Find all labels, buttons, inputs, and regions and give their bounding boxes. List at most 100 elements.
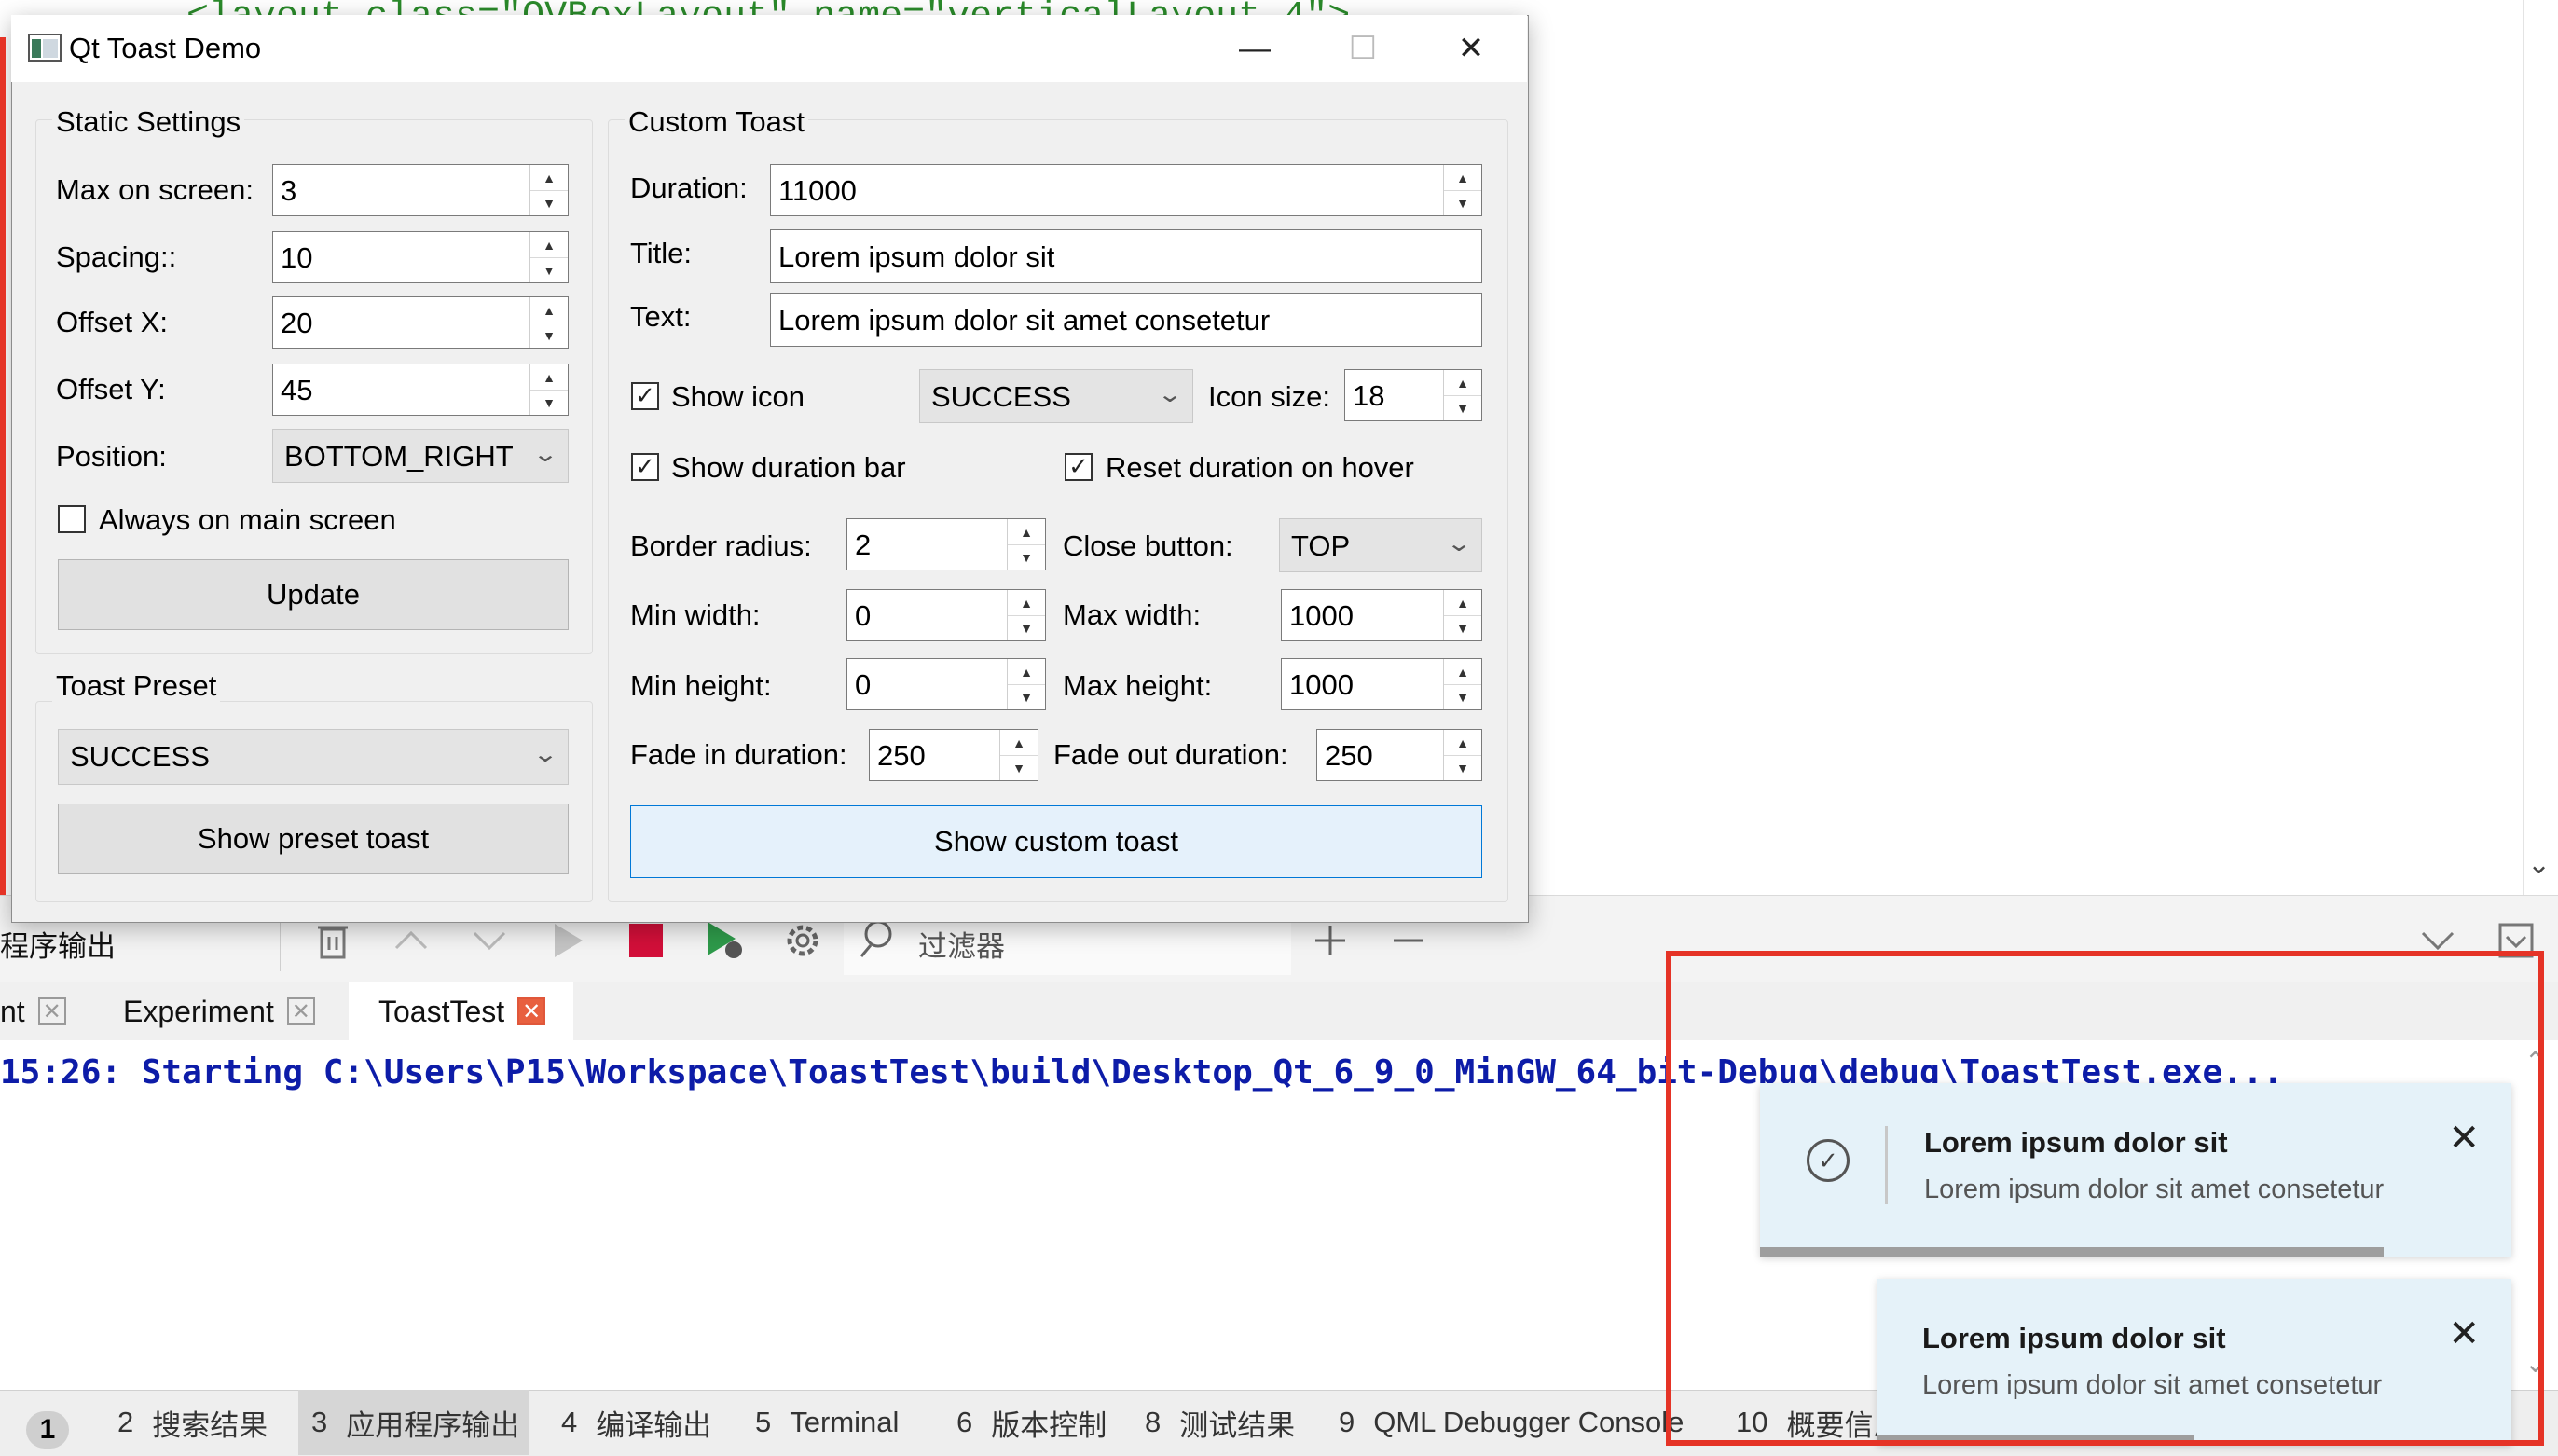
close-icon[interactable]: ✕	[286, 997, 315, 1025]
fade-in-spinbox[interactable]: 250 ▲ ▼	[869, 729, 1038, 781]
gear-icon[interactable]	[777, 915, 828, 966]
spin-down-icon[interactable]: ▼	[530, 390, 568, 415]
duration-spinbox[interactable]: 11000 ▲ ▼	[770, 164, 1482, 216]
icon-type-dropdown[interactable]: SUCCESS ⌄	[919, 369, 1193, 423]
spin-up-icon[interactable]: ▲	[1008, 519, 1045, 545]
spin-down-icon[interactable]: ▼	[1008, 615, 1045, 640]
always-main-screen-checkbox[interactable]	[58, 505, 86, 533]
statusbar-item-search-results[interactable]: 2 搜索结果	[117, 1390, 268, 1455]
spacing-spinbox[interactable]: 10 ▲ ▼	[272, 231, 569, 283]
spin-value: 250	[877, 739, 926, 772]
clear-output-icon[interactable]	[308, 915, 358, 966]
update-button[interactable]: Update	[58, 559, 569, 630]
statusbar-item-app-output[interactable]: 3 应用程序输出	[298, 1390, 529, 1455]
spin-up-icon[interactable]: ▲	[1444, 659, 1481, 685]
show-preset-toast-button[interactable]: Show preset toast	[58, 804, 569, 874]
statusbar-item-qml-debugger[interactable]: 9 QML Debugger Console	[1339, 1390, 1684, 1455]
status-badge[interactable]: 1	[26, 1411, 69, 1449]
run-icon[interactable]	[543, 915, 593, 966]
max-width-label: Max width:	[1063, 598, 1202, 631]
spin-down-icon[interactable]: ▼	[1000, 755, 1038, 780]
spin-up-icon[interactable]: ▲	[530, 232, 568, 258]
tab-output-experiment[interactable]: Experiment ✕	[112, 982, 315, 1040]
spin-down-icon[interactable]: ▼	[530, 257, 568, 282]
item-number: 2	[117, 1406, 134, 1438]
chevron-down-icon[interactable]	[464, 915, 515, 966]
border-radius-label: Border radius:	[630, 529, 812, 562]
dropdown-value: TOP	[1291, 529, 1351, 562]
spin-down-icon[interactable]: ▼	[1444, 615, 1481, 640]
statusbar-item-version-control[interactable]: 6 版本控制	[956, 1390, 1107, 1455]
minimize-button[interactable]: —	[1217, 22, 1292, 75]
toast-text-input[interactable]: Lorem ipsum dolor sit amet consetetur	[770, 293, 1482, 347]
spin-up-icon[interactable]: ▲	[1444, 165, 1481, 191]
maximize-button[interactable]: ☐	[1326, 22, 1400, 75]
fade-in-label: Fade in duration:	[630, 738, 847, 771]
spin-down-icon[interactable]: ▼	[1444, 684, 1481, 709]
min-width-spinbox[interactable]: 0 ▲ ▼	[846, 589, 1046, 641]
stop-icon[interactable]	[621, 915, 671, 966]
maximize-icon: ☐	[1348, 31, 1378, 66]
highlight-marker-left	[0, 37, 6, 895]
reset-on-hover-checkbox[interactable]: ✓	[1065, 453, 1093, 481]
group-title: Custom Toast	[625, 105, 808, 139]
scroll-down-icon[interactable]: ⌄	[2527, 848, 2551, 881]
zoom-in-icon[interactable]	[1305, 915, 1355, 966]
max-on-screen-label: Max on screen:	[56, 173, 254, 206]
offset-y-spinbox[interactable]: 45 ▲ ▼	[272, 364, 569, 416]
close-button-dropdown[interactable]: TOP ⌄	[1279, 518, 1482, 572]
spin-up-icon[interactable]: ▲	[530, 364, 568, 391]
show-icon-checkbox[interactable]: ✓	[631, 382, 659, 410]
spin-down-icon[interactable]: ▼	[1444, 190, 1481, 215]
show-custom-toast-button[interactable]: Show custom toast	[630, 805, 1482, 878]
spin-down-icon[interactable]: ▼	[1008, 684, 1045, 709]
spin-down-icon[interactable]: ▼	[1008, 544, 1045, 570]
statusbar-item-terminal[interactable]: 5 Terminal	[755, 1390, 899, 1455]
toast-title-input[interactable]: Lorem ipsum dolor sit	[770, 229, 1482, 283]
spin-down-icon[interactable]: ▼	[1444, 395, 1481, 420]
fade-out-spinbox[interactable]: 250 ▲ ▼	[1316, 729, 1482, 781]
spin-value: 45	[281, 374, 313, 406]
item-label: Terminal	[790, 1406, 900, 1438]
tab-output-toasttest[interactable]: ToastTest ✕	[349, 982, 574, 1040]
dropdown-value: SUCCESS	[70, 740, 210, 773]
max-on-screen-spinbox[interactable]: 3 ▲ ▼	[272, 164, 569, 216]
spin-up-icon[interactable]: ▲	[530, 297, 568, 323]
statusbar-item-compile-output[interactable]: 4 编译输出	[561, 1390, 711, 1455]
title-label: Title:	[630, 237, 693, 269]
spin-up-icon[interactable]: ▲	[1444, 370, 1481, 396]
spin-down-icon[interactable]: ▼	[1444, 755, 1481, 780]
min-height-spinbox[interactable]: 0 ▲ ▼	[846, 658, 1046, 710]
spin-up-icon[interactable]: ▲	[1008, 659, 1045, 685]
spin-down-icon[interactable]: ▼	[530, 190, 568, 215]
editor-scrollbar[interactable]: ⌄	[2523, 0, 2558, 897]
highlight-box	[1666, 951, 2544, 1446]
offset-y-label: Offset Y:	[56, 373, 166, 405]
position-dropdown[interactable]: BOTTOM_RIGHT ⌄	[272, 429, 569, 483]
tab-output-nt[interactable]: nt ✕	[0, 982, 66, 1040]
show-duration-bar-label: Show duration bar	[671, 451, 906, 484]
spin-up-icon[interactable]: ▲	[1000, 730, 1038, 756]
max-width-spinbox[interactable]: 1000 ▲ ▼	[1281, 589, 1482, 641]
max-height-spinbox[interactable]: 1000 ▲ ▼	[1281, 658, 1482, 710]
zoom-out-icon[interactable]	[1383, 915, 1434, 966]
preset-dropdown[interactable]: SUCCESS ⌄	[58, 729, 569, 785]
icon-size-spinbox[interactable]: 18 ▲ ▼	[1344, 369, 1482, 421]
item-number: 5	[755, 1406, 772, 1438]
spin-up-icon[interactable]: ▲	[1444, 730, 1481, 756]
spin-down-icon[interactable]: ▼	[530, 323, 568, 348]
chevron-up-icon[interactable]	[386, 915, 436, 966]
close-window-button[interactable]: ✕	[1434, 22, 1508, 75]
spin-up-icon[interactable]: ▲	[1008, 590, 1045, 616]
spin-up-icon[interactable]: ▲	[1444, 590, 1481, 616]
offset-x-spinbox[interactable]: 20 ▲ ▼	[272, 296, 569, 349]
show-duration-bar-checkbox[interactable]: ✓	[631, 453, 659, 481]
statusbar-item-test-results[interactable]: 8 测试结果	[1145, 1390, 1295, 1455]
close-icon[interactable]: ✕	[37, 997, 66, 1025]
debug-run-icon[interactable]	[699, 915, 750, 966]
close-icon[interactable]: ✕	[517, 997, 546, 1025]
border-radius-spinbox[interactable]: 2 ▲ ▼	[846, 518, 1046, 570]
item-number: 9	[1339, 1406, 1355, 1438]
spin-up-icon[interactable]: ▲	[530, 165, 568, 191]
spin-value: 20	[281, 307, 313, 339]
